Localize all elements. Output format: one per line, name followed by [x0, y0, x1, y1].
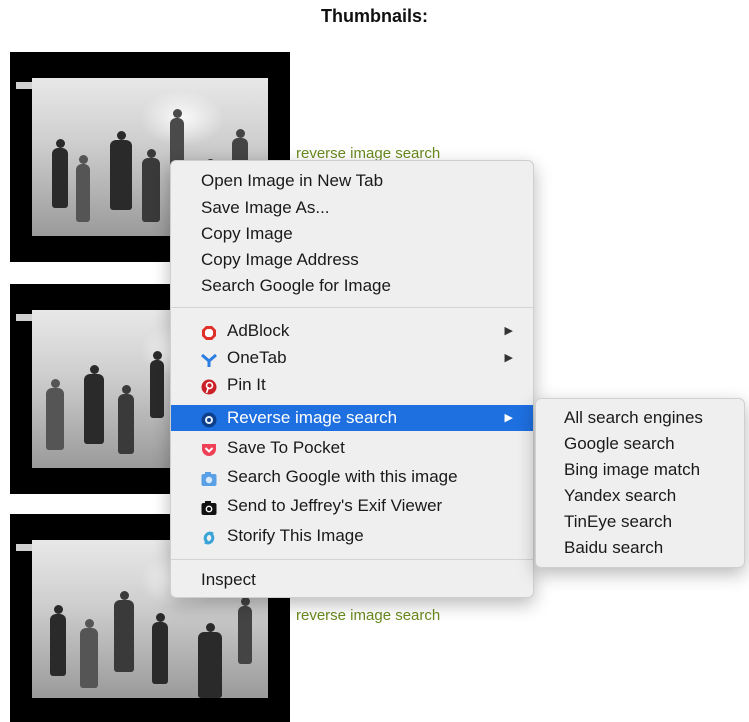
submenu-item-tineye-search[interactable]: TinEye search — [536, 509, 744, 535]
menu-item-reverse-image-search[interactable]: Reverse image search ▶ — [171, 405, 533, 431]
menu-item-label: AdBlock — [227, 321, 290, 340]
submenu-item-baidu-search[interactable]: Baidu search — [536, 535, 744, 561]
submenu-arrow-icon: ▶ — [504, 412, 513, 424]
menu-item-label: Reverse image search — [227, 408, 398, 427]
menu-separator — [171, 307, 533, 308]
submenu-arrow-icon: ▶ — [504, 352, 513, 364]
menu-item-open-image-new-tab[interactable]: Open Image in New Tab — [171, 168, 533, 194]
menu-item-storify[interactable]: Storify This Image — [171, 523, 533, 549]
menu-item-label: Search Google with this image — [227, 467, 458, 486]
context-menu: Open Image in New Tab Save Image As... C… — [170, 160, 534, 598]
video-overlay-tag — [16, 82, 32, 89]
reverse-search-submenu: All search engines Google search Bing im… — [535, 398, 745, 568]
camera-blue-icon — [201, 469, 217, 486]
reverse-search-icon — [201, 410, 217, 428]
menu-item-label: OneTab — [227, 348, 287, 367]
menu-item-copy-image-address[interactable]: Copy Image Address — [171, 247, 533, 273]
submenu-item-google-search[interactable]: Google search — [536, 431, 744, 457]
menu-item-label: Pin It — [227, 375, 266, 394]
menu-separator — [171, 559, 533, 560]
menu-item-save-to-pocket[interactable]: Save To Pocket — [171, 435, 533, 461]
menu-item-save-image-as[interactable]: Save Image As... — [171, 195, 533, 221]
menu-item-label: Send to Jeffrey's Exif Viewer — [227, 496, 443, 515]
video-overlay-tag — [16, 314, 32, 321]
menu-item-onetab[interactable]: OneTab ▶ — [171, 345, 533, 371]
page-title: Thumbnails: — [321, 6, 428, 26]
menu-item-label: Save To Pocket — [227, 438, 345, 457]
adblock-icon — [201, 323, 217, 340]
menu-item-pin-it[interactable]: Pin It — [171, 372, 533, 398]
submenu-item-all-search-engines[interactable]: All search engines — [536, 405, 744, 431]
reverse-image-search-link[interactable]: reverse image search — [296, 607, 440, 624]
submenu-arrow-icon: ▶ — [504, 325, 513, 337]
storify-icon — [201, 528, 217, 545]
video-overlay-tag — [16, 544, 32, 551]
pinterest-icon — [201, 377, 217, 395]
menu-item-adblock[interactable]: AdBlock ▶ — [171, 318, 533, 344]
menu-item-search-google-with-image[interactable]: Search Google with this image — [171, 464, 533, 490]
menu-item-inspect[interactable]: Inspect — [171, 567, 533, 593]
menu-item-exif-viewer[interactable]: Send to Jeffrey's Exif Viewer — [171, 493, 533, 519]
menu-item-copy-image[interactable]: Copy Image — [171, 221, 533, 247]
submenu-item-yandex-search[interactable]: Yandex search — [536, 483, 744, 509]
menu-item-label: Storify This Image — [227, 526, 364, 545]
camera-black-icon — [201, 498, 217, 515]
onetab-icon — [201, 350, 217, 367]
menu-item-search-google-for-image[interactable]: Search Google for Image — [171, 273, 533, 299]
pocket-icon — [201, 440, 217, 456]
submenu-item-bing-image-match[interactable]: Bing image match — [536, 457, 744, 483]
page: Thumbnails: reverse image search reverse… — [0, 0, 749, 722]
